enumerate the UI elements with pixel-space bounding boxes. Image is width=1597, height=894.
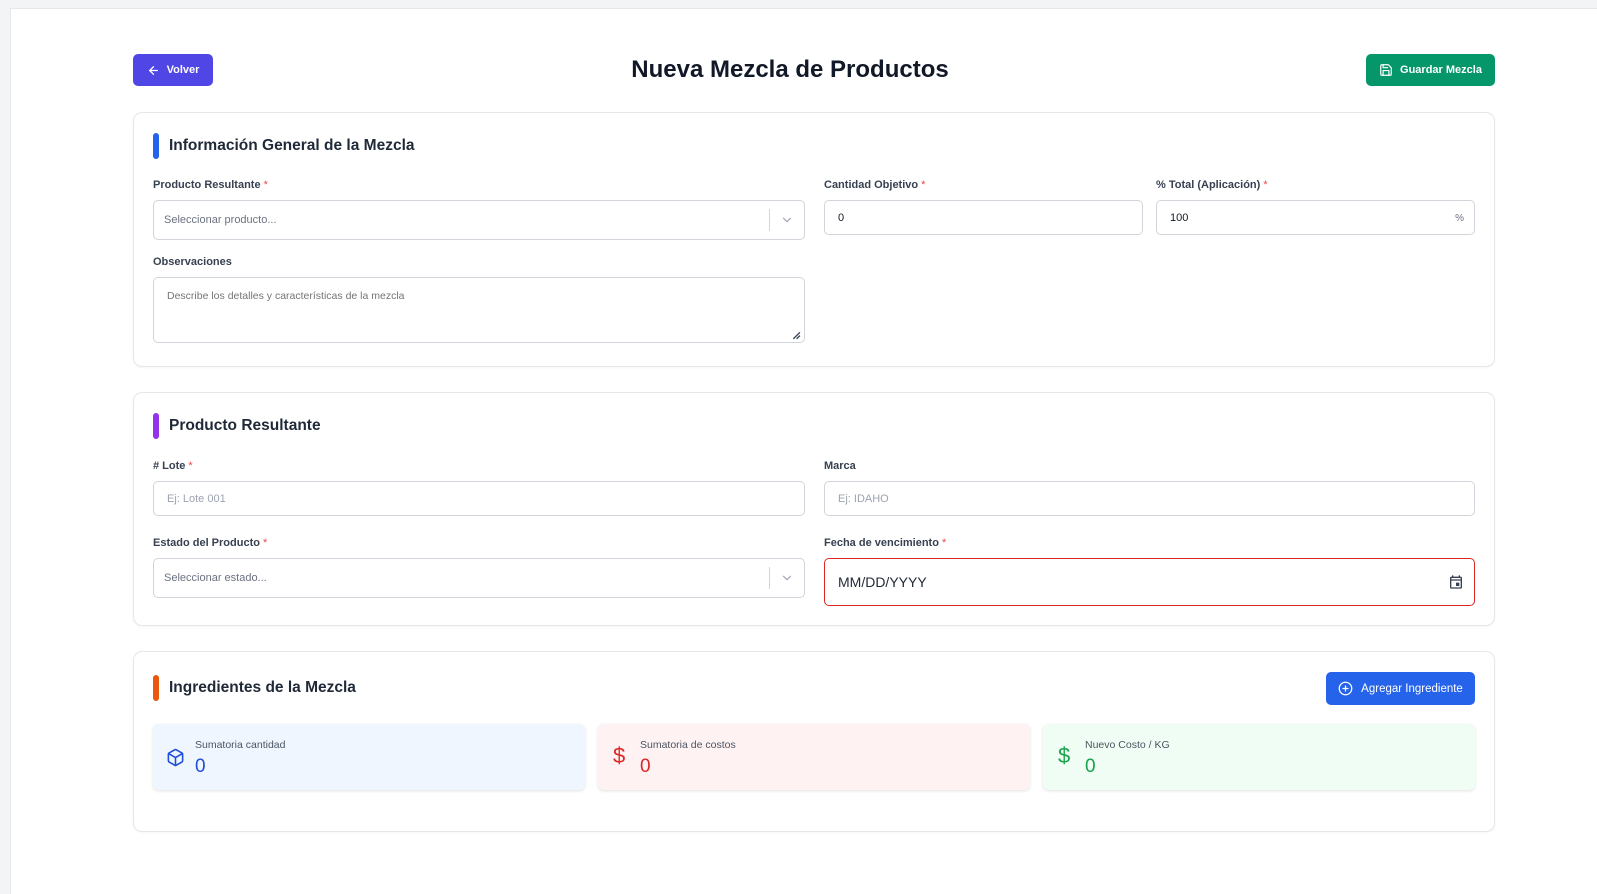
required-mark: *	[941, 537, 947, 549]
required-mark: *	[921, 179, 926, 191]
product-label-text: Producto Resultante	[153, 179, 261, 191]
chevron-down-icon[interactable]	[780, 213, 794, 227]
save-mix-button[interactable]: Guardar Mezcla	[1366, 54, 1495, 86]
product-label: Producto Resultante *	[153, 179, 268, 191]
section-accent-bar	[153, 133, 159, 159]
resulting-product-title: Producto Resultante	[169, 417, 321, 434]
state-label-text: Estado del Producto	[153, 537, 260, 549]
resize-grip-icon[interactable]	[790, 329, 801, 340]
brand-input[interactable]: Ej: IDAHO	[824, 481, 1475, 516]
percent-input[interactable]: 100 %	[1156, 200, 1475, 235]
product-select-placeholder: Seleccionar producto...	[164, 214, 277, 226]
resulting-product-card: Producto Resultante # Lote * Ej: Lote 001…	[133, 392, 1495, 626]
lot-input[interactable]: Ej: Lote 001	[153, 481, 805, 516]
expiry-date-input[interactable]: MM/DD/YYYY	[824, 558, 1475, 606]
brand-label: Marca	[824, 460, 856, 472]
add-ingredient-button[interactable]: Agregar Ingrediente	[1326, 672, 1475, 705]
new-cost-value: 0	[1085, 756, 1096, 777]
percent-suffix: %	[1455, 212, 1464, 224]
lot-label: # Lote *	[153, 460, 193, 472]
general-info-title: Información General de la Mezcla	[169, 137, 415, 154]
section-accent-bar	[153, 413, 159, 439]
ingredients-title: Ingredientes de la Mezcla	[169, 679, 356, 696]
sum-cost-card: $ Sumatoria de costos 0	[598, 724, 1030, 790]
section-accent-bar	[153, 675, 159, 701]
package-icon	[167, 748, 184, 767]
general-info-heading: Información General de la Mezcla	[153, 133, 415, 159]
new-cost-label: Nuevo Costo / KG	[1085, 739, 1170, 751]
required-mark: *	[262, 537, 268, 549]
required-mark: *	[263, 179, 268, 191]
calendar-icon[interactable]	[1448, 574, 1464, 590]
dollar-icon: $	[1058, 743, 1071, 768]
state-select-placeholder: Seleccionar estado...	[164, 572, 267, 584]
required-mark: *	[1263, 179, 1268, 191]
arrow-left-icon	[148, 65, 158, 75]
sum-cost-label: Sumatoria de costos	[640, 739, 736, 751]
sum-quantity-value: 0	[195, 756, 206, 777]
general-info-card: Información General de la Mezcla Product…	[133, 112, 1495, 367]
sum-cost-value: 0	[640, 756, 651, 777]
chevron-down-icon[interactable]	[780, 571, 794, 585]
quantity-label: Cantidad Objetivo *	[824, 179, 925, 191]
expiry-date-value: MM/DD/YYYY	[838, 574, 927, 590]
lot-label-text: # Lote	[153, 460, 186, 472]
ingredients-heading: Ingredientes de la Mezcla	[153, 675, 356, 701]
lot-placeholder: Ej: Lote 001	[167, 492, 226, 505]
save-icon	[1380, 64, 1392, 76]
quantity-input[interactable]: 0	[824, 200, 1143, 235]
required-mark: *	[188, 460, 193, 472]
back-button-label: Volver	[166, 64, 200, 76]
product-select[interactable]: Seleccionar producto...	[153, 200, 805, 240]
new-cost-card: $ Nuevo Costo / KG 0	[1043, 724, 1475, 790]
sum-quantity-label: Sumatoria cantidad	[195, 739, 286, 751]
select-separator	[769, 567, 770, 589]
state-label: Estado del Producto *	[153, 537, 267, 549]
percent-label-text: % Total (Aplicación)	[1156, 179, 1261, 191]
select-separator	[769, 209, 770, 231]
ingredients-card: Ingredientes de la Mezcla Sumatoria cant…	[133, 651, 1495, 832]
percent-value: 100	[1170, 211, 1189, 224]
save-mix-button-label: Guardar Mezcla	[1400, 64, 1482, 76]
back-button[interactable]: Volver	[133, 54, 213, 86]
resulting-product-heading: Producto Resultante	[153, 413, 321, 439]
notes-label: Observaciones	[153, 256, 232, 268]
plus-circle-icon	[1338, 681, 1353, 696]
percent-label: % Total (Aplicación) *	[1156, 179, 1268, 191]
quantity-value: 0	[838, 211, 845, 224]
add-ingredient-label: Agregar Ingrediente	[1361, 682, 1463, 695]
expiry-label: Fecha de vencimiento *	[824, 537, 946, 549]
page-title: Nueva Mezcla de Productos	[631, 56, 949, 83]
notes-textarea[interactable]	[153, 277, 805, 343]
brand-placeholder: Ej: IDAHO	[838, 492, 889, 505]
expiry-label-text: Fecha de vencimiento	[824, 537, 939, 549]
state-select[interactable]: Seleccionar estado...	[153, 558, 805, 598]
dollar-icon: $	[613, 743, 626, 768]
sum-quantity-card: Sumatoria cantidad 0	[153, 724, 585, 790]
quantity-label-text: Cantidad Objetivo	[824, 179, 919, 191]
